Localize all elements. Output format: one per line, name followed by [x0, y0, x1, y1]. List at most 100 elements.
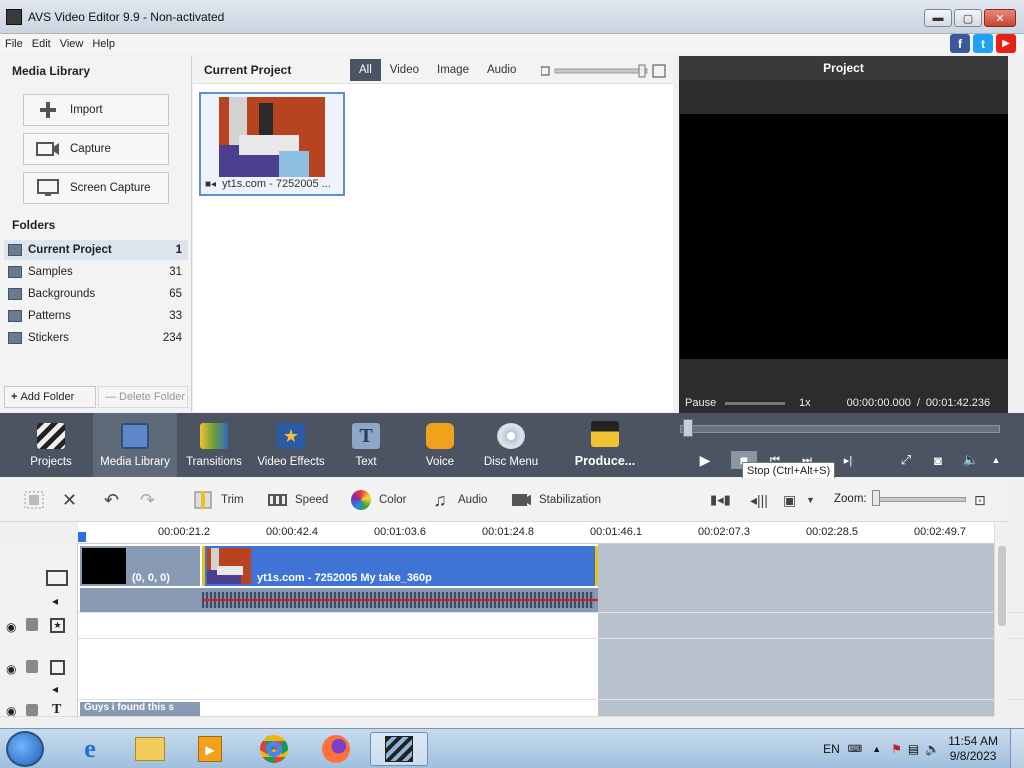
volume-slider[interactable]: [725, 401, 785, 405]
color-clip[interactable]: (0, 0, 0): [80, 546, 200, 586]
star-icon: ★: [277, 423, 305, 449]
tool-label: Media Library: [100, 456, 170, 468]
fit-timeline-icon[interactable]: ⊡: [974, 490, 986, 510]
tool-media-library[interactable]: Media Library: [93, 413, 177, 477]
keyboard-icon[interactable]: ⌨: [848, 744, 862, 755]
maximize-button[interactable]: ▢: [954, 9, 982, 27]
menu-edit[interactable]: Edit: [28, 38, 55, 50]
delete-folder-button[interactable]: — Delete Folder: [98, 386, 188, 408]
folder-count: 33: [169, 310, 182, 322]
timeline-tracks[interactable]: (0, 0, 0) yt1s.com - 7252005 My take_360…: [78, 544, 1024, 716]
zoom-slider-track[interactable]: [876, 497, 966, 502]
tool-produce[interactable]: Produce...: [570, 413, 640, 477]
tool-video-effects[interactable]: ★ Video Effects: [256, 413, 326, 477]
text-clip[interactable]: Guys i found this s: [80, 702, 200, 716]
zoom-slider-thumb[interactable]: [872, 490, 880, 506]
filter-all[interactable]: All: [350, 58, 381, 81]
folder-current-project[interactable]: Current Project 1: [4, 240, 188, 260]
folder-patterns[interactable]: Patterns 33: [4, 306, 188, 326]
action-center-icon[interactable]: ⚑: [891, 742, 902, 756]
facebook-icon[interactable]: f: [950, 34, 970, 53]
lock-icon[interactable]: [26, 618, 38, 631]
timeline-ruler[interactable]: 00:00:21.2 00:00:42.4 00:01:03.6 00:01:2…: [78, 522, 994, 544]
color-button[interactable]: Color: [351, 490, 406, 510]
language-indicator[interactable]: EN: [823, 742, 840, 756]
play-icon[interactable]: ▶: [695, 451, 715, 469]
file-explorer-icon[interactable]: [124, 732, 176, 766]
speaker-icon[interactable]: ◂: [52, 682, 58, 696]
firefox-icon[interactable]: [310, 732, 362, 766]
undo-icon[interactable]: ↶: [104, 490, 119, 510]
speaker-icon[interactable]: ◂: [52, 594, 58, 608]
audio-button[interactable]: ♫ Audio: [430, 490, 487, 510]
start-button[interactable]: [6, 731, 44, 767]
media-item-thumbnail[interactable]: ■◂ yt1s.com - 7252005 ...: [199, 92, 345, 196]
delete-icon[interactable]: ✕: [62, 490, 77, 510]
clock[interactable]: 11:54 AM 9/8/2023: [948, 734, 998, 764]
network-icon[interactable]: ▤: [908, 742, 919, 756]
audio-label: Audio: [458, 494, 488, 506]
lock-icon[interactable]: [26, 704, 38, 716]
add-folder-button[interactable]: + Add Folder: [4, 386, 96, 408]
import-button[interactable]: Import: [23, 94, 169, 126]
tool-transitions[interactable]: Transitions: [184, 413, 244, 477]
menu-view[interactable]: View: [56, 38, 88, 50]
eye-icon[interactable]: ◉: [6, 662, 16, 676]
capture-button[interactable]: Capture: [23, 133, 169, 165]
media-player-icon[interactable]: ▶: [184, 732, 236, 766]
timeline-view-icon[interactable]: ▣: [783, 490, 796, 510]
folder-samples[interactable]: Samples 31: [4, 262, 188, 282]
menu-help[interactable]: Help: [88, 38, 119, 50]
tool-voice[interactable]: Voice: [420, 413, 460, 477]
stabilization-button[interactable]: Stabilization: [511, 490, 601, 510]
volume-icon[interactable]: 🔈: [961, 451, 981, 469]
filter-audio[interactable]: Audio: [478, 59, 525, 81]
seek-bar[interactable]: [680, 425, 1000, 433]
tool-text[interactable]: T Text: [346, 413, 386, 477]
folder-name: Backgrounds: [28, 288, 96, 300]
timeline-vertical-scrollbar[interactable]: [994, 522, 1008, 716]
volume-envelope-line[interactable]: [202, 599, 598, 601]
time-separator: /: [916, 397, 920, 409]
audio-mixer-icon[interactable]: ◂|||: [750, 490, 768, 510]
filter-image[interactable]: Image: [428, 59, 478, 81]
tool-projects[interactable]: Projects: [22, 413, 80, 477]
snapshot-icon[interactable]: ◙: [928, 451, 948, 469]
storyboard-icon[interactable]: [24, 490, 52, 510]
audio-track[interactable]: [80, 588, 598, 612]
twitter-icon[interactable]: t: [973, 34, 993, 53]
show-desktop-button[interactable]: [1010, 729, 1024, 768]
speaker-tray-icon[interactable]: 🔈: [925, 742, 940, 756]
speed-button[interactable]: Speed: [267, 490, 328, 510]
close-button[interactable]: ✕: [984, 9, 1016, 27]
tray-expand-icon[interactable]: ▲: [872, 744, 881, 754]
folder-backgrounds[interactable]: Backgrounds 65: [4, 284, 188, 304]
playhead-marker[interactable]: [78, 532, 86, 542]
menu-file[interactable]: File: [1, 38, 27, 50]
thumbnail-size-slider[interactable]: [541, 64, 667, 78]
video-clip[interactable]: yt1s.com - 7252005 My take_360p: [202, 546, 598, 586]
trim-button[interactable]: Trim: [193, 490, 244, 510]
tool-disc-menu[interactable]: Disc Menu: [482, 413, 540, 477]
screen-capture-button[interactable]: Screen Capture: [23, 172, 169, 204]
avs-video-editor-taskbar-icon[interactable]: [370, 732, 428, 766]
lock-icon[interactable]: [26, 660, 38, 673]
end-icon[interactable]: ▸|: [838, 451, 858, 469]
seek-thumb[interactable]: [683, 419, 693, 437]
eye-icon[interactable]: ◉: [6, 620, 16, 634]
playback-speed[interactable]: 1x: [799, 397, 811, 409]
chrome-icon[interactable]: [248, 732, 300, 766]
fullscreen-icon[interactable]: ⤢: [896, 451, 916, 469]
filter-video[interactable]: Video: [381, 59, 428, 81]
preview-screen: [680, 114, 1008, 359]
volume-dropdown-icon[interactable]: ▲: [986, 451, 1006, 469]
chevron-down-icon[interactable]: ▼: [806, 490, 815, 510]
folder-stickers[interactable]: Stickers 234: [4, 328, 188, 348]
video-clip-label: yt1s.com - 7252005 My take_360p: [257, 572, 432, 584]
redo-icon[interactable]: ↷: [140, 490, 155, 510]
internet-explorer-icon[interactable]: e: [64, 732, 116, 766]
youtube-icon[interactable]: ▶: [996, 34, 1016, 53]
social-links: f t ▶: [950, 34, 1016, 53]
split-icon[interactable]: ▮◂▮: [710, 490, 731, 510]
minimize-button[interactable]: ▬: [924, 9, 952, 27]
